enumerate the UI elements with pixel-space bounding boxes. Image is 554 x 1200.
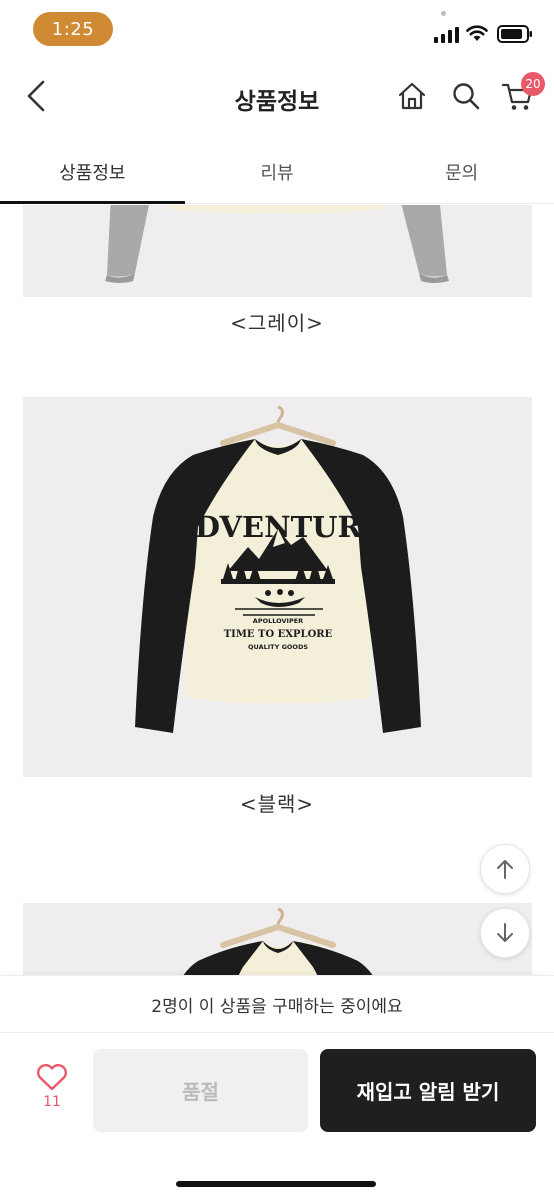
tee-print-brand: APOLLOVIPER <box>253 617 303 625</box>
scroll-to-top-button[interactable] <box>480 844 530 894</box>
notice-text: 2명이 이 상품을 구매하는 중이에요 <box>151 996 403 1017</box>
tab-product-info[interactable]: 상품정보 <box>0 140 185 204</box>
tee-print-slogan: TIME TO EXPLORE <box>224 629 333 640</box>
arrow-up-icon <box>497 860 513 879</box>
restock-alert-label: 재입고 알림 받기 <box>356 1080 500 1104</box>
search-button[interactable] <box>448 78 484 114</box>
back-button[interactable] <box>18 76 54 116</box>
like-count: 11 <box>43 1094 61 1110</box>
tab-label: 리뷰 <box>260 162 294 184</box>
heart-icon <box>37 1064 67 1091</box>
like-button[interactable]: 11 <box>22 1062 82 1122</box>
product-image-next <box>23 903 532 975</box>
location-indicator-icon <box>441 11 446 16</box>
product-tabs: 상품정보 리뷰 문의 <box>0 140 554 204</box>
search-icon <box>453 83 480 110</box>
tab-reviews[interactable]: 리뷰 <box>185 140 370 203</box>
image-caption: <블랙> <box>239 792 315 816</box>
product-image-black: ADVENTURE APOLLOVIPER TIME TO EXPLORE QU… <box>23 397 532 777</box>
wifi-icon <box>466 25 488 41</box>
battery-icon <box>497 25 532 43</box>
arrow-down-icon <box>497 923 513 942</box>
purchase-action-bar: 11 품절 재입고 알림 받기 <box>0 1034 554 1200</box>
tab-inquiry[interactable]: 문의 <box>369 140 554 203</box>
scroll-to-bottom-button[interactable] <box>480 908 530 958</box>
sold-out-label: 품절 <box>182 1080 219 1104</box>
status-time: 1:25 <box>33 12 113 46</box>
home-indicator[interactable] <box>176 1181 376 1187</box>
image-caption: <그레이> <box>230 311 324 335</box>
tab-label: 문의 <box>445 162 479 184</box>
tab-label: 상품정보 <box>59 162 126 184</box>
home-icon <box>398 82 426 110</box>
product-detail-content: <그레이> ADVENTURE APOLLOVIPER TIME TO EXPL… <box>0 205 554 975</box>
chevron-left-icon <box>27 80 45 112</box>
restock-alert-button[interactable]: 재입고 알림 받기 <box>320 1049 536 1132</box>
tee-print-sub: QUALITY GOODS <box>248 643 308 651</box>
home-button[interactable] <box>394 78 430 114</box>
app-header: 상품정보 <box>0 62 554 134</box>
purchase-activity-notice: 2명이 이 상품을 구매하는 중이에요 <box>0 975 554 1033</box>
sold-out-button[interactable]: 품절 <box>93 1049 308 1132</box>
product-image-gray <box>23 205 532 297</box>
cart-count-badge: 20 <box>521 72 545 96</box>
cellular-signal-icon <box>434 27 459 43</box>
status-bar: 1:25 <box>0 0 554 62</box>
